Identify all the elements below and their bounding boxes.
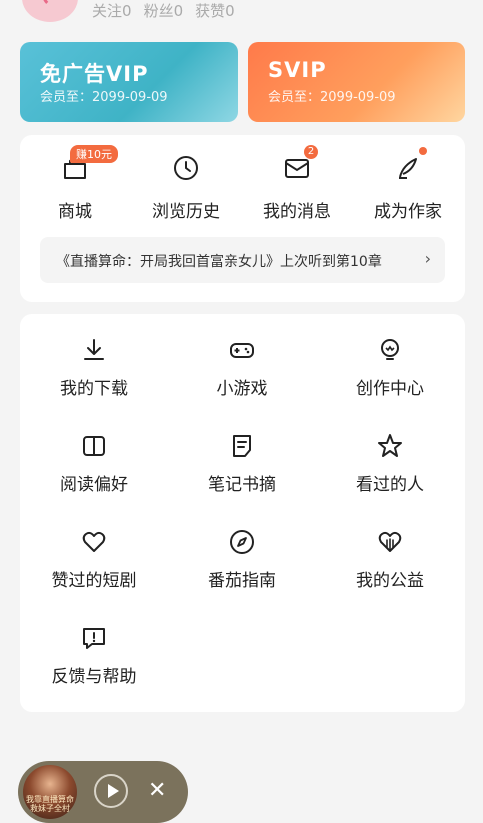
grid-item-label: 创作中心 <box>356 379 424 399</box>
avatar[interactable] <box>22 0 78 22</box>
grid-item-feedback[interactable]: 反馈与帮助 <box>20 624 168 687</box>
vip-card-svip[interactable]: SVIP 会员至：2099-09-09 <box>248 42 465 122</box>
quick-action-label: 浏览历史 <box>152 202 220 222</box>
quick-action-label: 成为作家 <box>374 202 442 222</box>
quick-action-messages[interactable]: 2 我的消息 <box>242 145 352 222</box>
grid-item-label: 反馈与帮助 <box>51 667 137 687</box>
vip-card-title: SVIP <box>268 58 327 82</box>
star-icon <box>376 432 404 460</box>
quick-action-mall[interactable]: 商城 <box>20 153 130 222</box>
recent-reading-text: 《直播算命：开局我回首富亲女儿》上次听到第10章 <box>56 254 382 270</box>
book-icon <box>80 432 108 460</box>
quick-action-become-writer[interactable]: 成为作家 <box>353 147 463 222</box>
grid-item-downloads[interactable]: 我的下载 <box>20 336 168 399</box>
bulb-icon <box>376 336 404 364</box>
gamepad-icon <box>228 336 256 364</box>
charity-heart-icon <box>376 528 404 556</box>
grid-item-label: 看过的人 <box>356 475 424 495</box>
feedback-icon <box>80 624 108 652</box>
close-icon[interactable]: ✕ <box>148 777 166 805</box>
notification-dot <box>419 147 427 155</box>
quick-action-label: 我的消息 <box>263 202 331 222</box>
profile-stats: 关注0 粉丝0 获赞0 <box>92 0 235 21</box>
grid-item-label: 赞过的短剧 <box>51 571 137 591</box>
mail-icon: 2 <box>282 145 318 183</box>
stat-followers[interactable]: 粉丝0 <box>144 0 184 21</box>
grid-item-label: 阅读偏好 <box>60 475 128 495</box>
grid-item-creator-center[interactable]: 创作中心 <box>316 336 464 399</box>
grid-item-label: 小游戏 <box>216 379 268 399</box>
message-count-badge: 2 <box>304 145 318 159</box>
vip-card-adfree[interactable]: 免广告VIP 会员至：2099-09-09 <box>20 42 238 122</box>
quick-actions-card: 商城 赚10元 浏览历史 2 我的消息 成为作家 《直播算命：开局我回首富亲女儿… <box>20 135 465 302</box>
grid-item-viewed-people[interactable]: 看过的人 <box>316 432 464 495</box>
profile-header: 关注0 粉丝0 获赞0 <box>0 0 483 38</box>
stat-following[interactable]: 关注0 <box>92 0 132 21</box>
vip-card-expiry: 会员至：2099-09-09 <box>268 90 396 105</box>
grid-item-label: 番茄指南 <box>208 571 276 591</box>
note-icon <box>228 432 256 460</box>
grid-item-reading-preference[interactable]: 阅读偏好 <box>20 432 168 495</box>
quick-action-label: 商城 <box>58 202 92 222</box>
compass-icon <box>228 528 256 556</box>
vip-card-expiry: 会员至：2099-09-09 <box>40 90 168 105</box>
book-cover-thumbnail[interactable]: 我靠直播算命救妹子全村 <box>23 765 77 819</box>
quick-action-history[interactable]: 浏览历史 <box>131 153 241 222</box>
earn-badge: 赚10元 <box>70 145 118 163</box>
grid-item-label: 笔记书摘 <box>208 475 276 495</box>
download-icon <box>80 336 108 364</box>
quill-icon <box>393 147 427 183</box>
features-grid-card: 我的下载 小游戏 创作中心 阅读偏好 笔记书摘 看过的人 赞过的短剧 番茄指南 … <box>20 314 465 712</box>
grid-item-minigames[interactable]: 小游戏 <box>168 336 316 399</box>
grid-item-label: 我的公益 <box>356 571 424 591</box>
grid-item-notes[interactable]: 笔记书摘 <box>168 432 316 495</box>
stat-likes[interactable]: 获赞0 <box>195 0 235 21</box>
recent-reading-bar[interactable]: 《直播算命：开局我回首富亲女儿》上次听到第10章 › <box>40 237 445 283</box>
play-button[interactable] <box>94 774 128 808</box>
grid-item-label: 我的下载 <box>60 379 128 399</box>
grid-item-liked-shorts[interactable]: 赞过的短剧 <box>20 528 168 591</box>
grid-item-guide[interactable]: 番茄指南 <box>168 528 316 591</box>
heart-icon <box>80 528 108 556</box>
clock-icon <box>171 153 201 183</box>
vip-card-title: 免广告VIP <box>40 62 149 86</box>
chevron-right-icon: › <box>424 249 431 268</box>
floating-audio-player[interactable]: 我靠直播算命救妹子全村 ✕ <box>18 761 188 823</box>
grid-item-charity[interactable]: 我的公益 <box>316 528 464 591</box>
cover-title-text: 我靠直播算命救妹子全村 <box>26 795 74 813</box>
